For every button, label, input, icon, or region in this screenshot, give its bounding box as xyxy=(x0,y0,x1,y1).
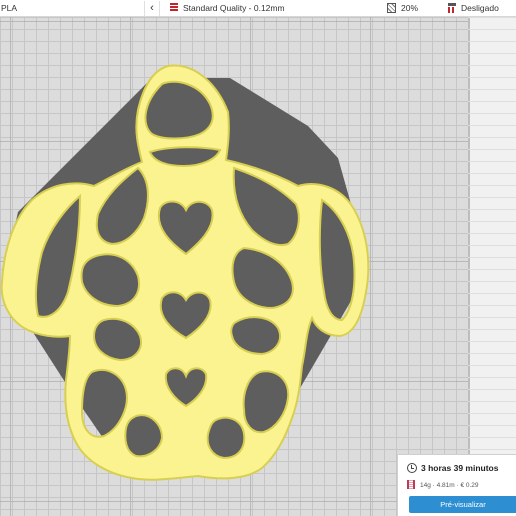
support-selector[interactable]: Desligado xyxy=(447,1,499,16)
print-summary-panel: 3 horas 39 minutos 14g · 4.81m · € 0.29 … xyxy=(397,454,516,516)
print-settings-bar: PLA ‹ Standard Quality - 0.12mm 20% Desl… xyxy=(0,0,516,17)
quality-layers-icon xyxy=(169,2,179,13)
material-selector[interactable]: PLA xyxy=(0,2,145,15)
cura-window: PLA ‹ Standard Quality - 0.12mm 20% Desl… xyxy=(0,0,516,516)
turtle-model[interactable] xyxy=(0,17,516,516)
chevron-left-icon[interactable]: ‹ xyxy=(144,1,160,16)
infill-selector[interactable]: 20% xyxy=(387,1,418,16)
clock-icon xyxy=(407,463,417,473)
support-icon xyxy=(447,3,457,13)
quality-label: Standard Quality - 0.12mm xyxy=(183,3,285,13)
infill-icon xyxy=(387,3,396,13)
quality-selector[interactable]: Standard Quality - 0.12mm xyxy=(169,1,285,16)
support-value: Desligado xyxy=(461,3,499,13)
print-time: 3 horas 39 minutos xyxy=(421,463,499,473)
material-usage: 14g · 4.81m · € 0.29 xyxy=(420,482,479,489)
build-plate-viewport[interactable] xyxy=(0,17,516,516)
infill-value: 20% xyxy=(401,3,419,13)
print-time-row: 3 horas 39 minutos xyxy=(407,463,498,473)
material-label: PLA xyxy=(1,3,18,13)
filament-spool-icon xyxy=(407,480,415,489)
preview-button[interactable]: Pré-visualizar xyxy=(409,496,516,513)
material-usage-row: 14g · 4.81m · € 0.29 xyxy=(407,480,479,489)
